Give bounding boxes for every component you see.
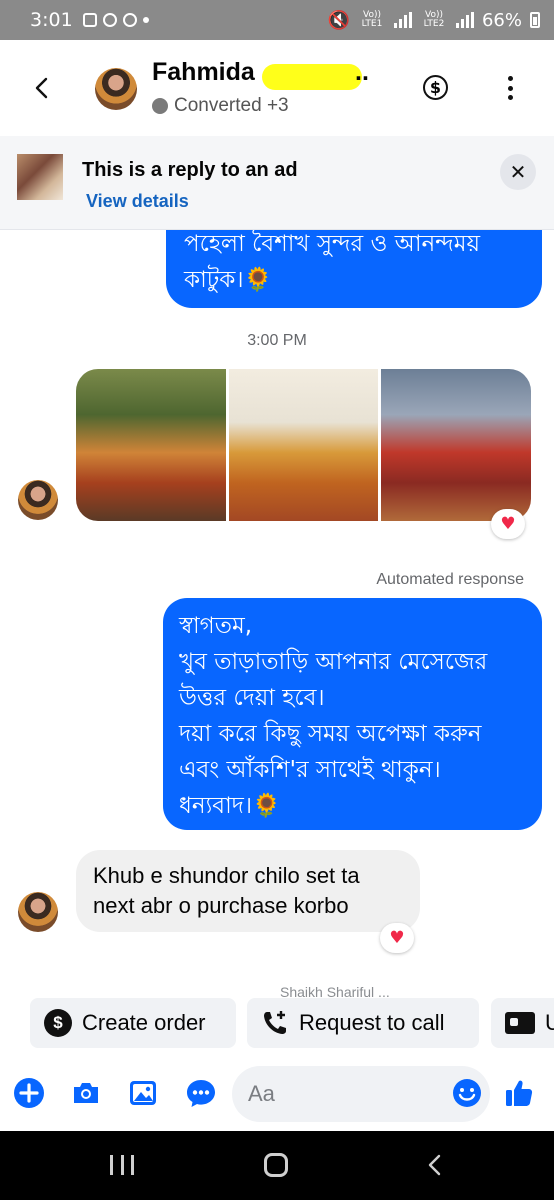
photo-attachment-group[interactable] <box>76 369 531 521</box>
saved-replies-button[interactable] <box>185 1077 217 1109</box>
message-line: Khub e shundor chilo set ta <box>93 863 360 888</box>
battery-icon <box>530 12 540 28</box>
contact-name[interactable]: Fahmida <box>152 58 255 87</box>
messenger-notification-icon <box>102 13 117 27</box>
message-line: স্বাগতম, <box>179 613 253 639</box>
close-icon: ✕ <box>509 160 527 184</box>
mute-icon: 🔇 <box>327 9 350 31</box>
chip-label: Create order <box>82 1010 206 1035</box>
message-line: ধন্যবাদ।🌻 <box>179 793 281 819</box>
message-line: কাটুক।🌻 <box>184 267 273 293</box>
camera-icon <box>74 1083 98 1103</box>
contact-status[interactable]: Converted +3 <box>152 95 289 117</box>
contact-avatar[interactable] <box>95 68 137 110</box>
lte2-label: Vo)) LTE2 <box>423 10 445 29</box>
message-timestamp: 3:00 PM <box>247 332 307 349</box>
view-details-link[interactable]: View details <box>86 191 189 212</box>
heart-reaction[interactable]: ♥ <box>380 923 414 953</box>
quick-actions: $ Create order Request to call U <box>0 998 554 1048</box>
message-line: উত্তর দেয়া হবে। <box>179 685 325 711</box>
emoji-button[interactable] <box>451 1077 483 1109</box>
status-bar: 3:01 🔇 Vo)) LTE1 Vo)) LTE2 66% <box>0 0 554 40</box>
system-navigation-bar <box>0 1131 554 1200</box>
signal-1-icon <box>393 12 412 28</box>
sender-avatar[interactable] <box>18 892 58 932</box>
contact-card-icon <box>505 1012 535 1034</box>
status-label: Converted +3 <box>174 95 289 116</box>
like-button[interactable] <box>503 1077 535 1109</box>
ad-reply-banner: This is a reply to an ad View details ✕ <box>0 136 554 230</box>
status-dot-icon <box>152 98 168 114</box>
message-line: দয়া করে কিছু সময় অপেক্ষা করুন <box>179 721 482 747</box>
dollar-icon: $ <box>44 1009 72 1037</box>
home-button[interactable] <box>264 1153 288 1177</box>
back-button[interactable] <box>30 76 54 100</box>
more-options-button[interactable] <box>505 76 515 100</box>
photo-attachment[interactable] <box>76 369 226 521</box>
message-composer <box>0 1060 554 1130</box>
message-line: পহেলা বৈশাখ সুন্দর ও আনন্দময় <box>184 231 481 257</box>
chevron-left-icon <box>35 77 48 99</box>
chevron-left-icon <box>428 1154 441 1176</box>
request-to-call-chip[interactable]: Request to call <box>247 998 479 1048</box>
plus-icon <box>14 1078 44 1108</box>
gallery-notification-icon <box>82 13 97 27</box>
message-line: খুব তাড়াতাড়ি আপনার মেসেজের <box>179 649 488 675</box>
contact-name-ellipsis: .. <box>355 58 369 86</box>
gallery-button[interactable] <box>127 1077 159 1109</box>
chip-label: U <box>545 1010 554 1035</box>
chip-label: Request to call <box>299 1010 445 1035</box>
image-icon <box>130 1081 156 1105</box>
heart-reaction[interactable]: ♥ <box>491 509 525 539</box>
lte1-label: Vo)) LTE1 <box>361 10 383 29</box>
message-list[interactable]: পহেলা বৈশাখ সুন্দর ও আনন্দময় কাটুক।🌻 3:… <box>0 230 554 998</box>
status-time: 3:01 <box>30 9 73 31</box>
sender-avatar[interactable] <box>18 480 58 520</box>
name-redaction-highlight <box>262 64 362 90</box>
heart-icon: ♥ <box>389 928 405 948</box>
message-line: এবং আঁকশি'র সাথেই থাকুন। <box>179 757 441 783</box>
next-message-peek: Shaikh Shariful ... <box>280 984 390 998</box>
system-back-button[interactable] <box>424 1153 448 1177</box>
add-button[interactable] <box>13 1077 45 1109</box>
automated-response-bubble[interactable]: স্বাগতম, খুব তাড়াতাড়ি আপনার মেসেজের উত… <box>163 598 542 830</box>
thumbs-up-icon <box>506 1080 533 1106</box>
battery-percent: 66% <box>481 9 522 31</box>
payment-button[interactable]: $ <box>423 75 448 100</box>
automated-response-label: Automated response <box>376 571 524 588</box>
incoming-message-bubble[interactable]: Khub e shundor chilo set ta next abr o p… <box>76 850 420 932</box>
recents-button[interactable] <box>110 1155 134 1175</box>
smiley-icon <box>453 1079 481 1107</box>
heart-icon: ♥ <box>500 514 516 534</box>
blocked-notification-icon <box>122 13 137 27</box>
phone-plus-icon <box>261 1009 289 1037</box>
close-banner-button[interactable]: ✕ <box>500 154 536 190</box>
camera-button[interactable] <box>70 1077 102 1109</box>
conversation-header: Fahmida .. Converted +3 $ <box>0 40 554 136</box>
outgoing-message-bubble[interactable]: পহেলা বৈশাখ সুন্দর ও আনন্দময় কাটুক।🌻 <box>166 230 542 308</box>
signal-2-icon <box>455 12 474 28</box>
dollar-icon: $ <box>429 78 442 97</box>
photo-attachment[interactable] <box>381 369 531 521</box>
more-notifications-dot-icon <box>142 17 149 23</box>
message-line: next abr o purchase korbo <box>93 893 349 918</box>
create-order-chip[interactable]: $ Create order <box>30 998 236 1048</box>
ad-thumbnail[interactable] <box>17 154 63 200</box>
photo-attachment[interactable] <box>228 369 379 521</box>
ad-banner-title: This is a reply to an ad <box>82 159 298 181</box>
chat-bubble-icon <box>187 1080 215 1107</box>
contact-card-chip[interactable]: U <box>491 998 554 1048</box>
